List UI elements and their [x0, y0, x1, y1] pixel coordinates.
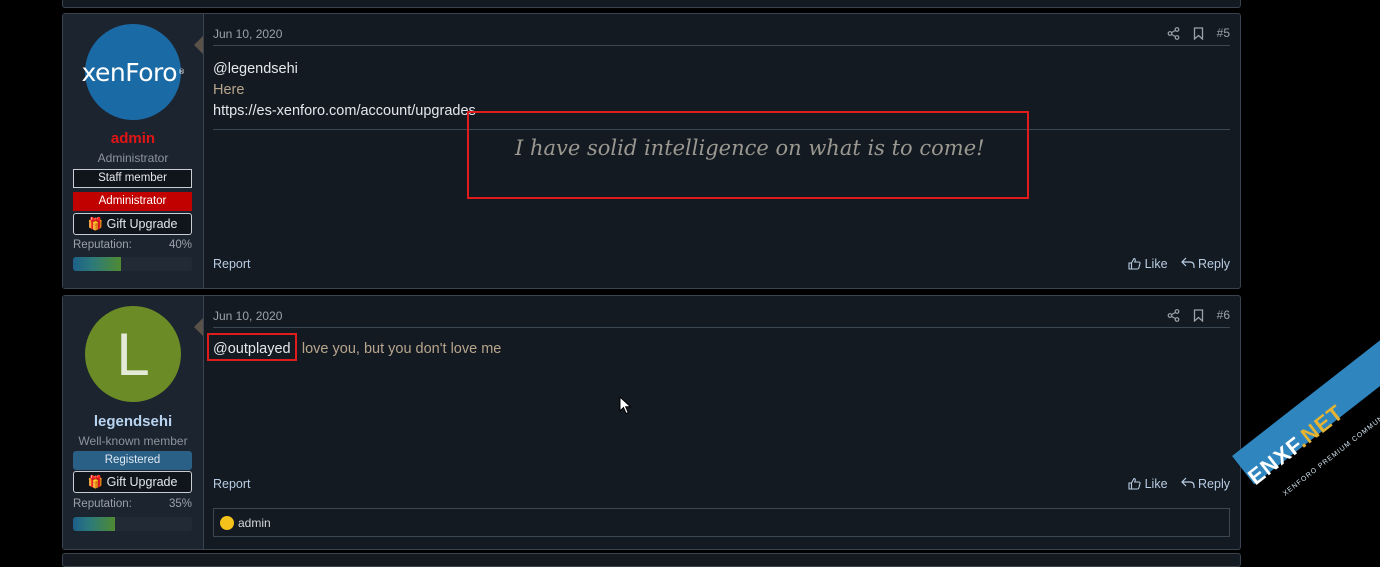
avatar[interactable]: L	[85, 306, 181, 402]
gift-upgrade-button[interactable]: 🎁 Gift Upgrade	[73, 213, 192, 235]
user-info-panel: L legendsehi Well-known member Registere…	[63, 296, 204, 549]
bookmark-icon[interactable]	[1193, 26, 1204, 40]
reputation-label: Reputation:	[73, 498, 132, 510]
post-number[interactable]: #5	[1217, 26, 1230, 40]
reputation-percent: 40%	[168, 239, 192, 251]
post-message: @legendsehi Here https://es-xenforo.com/…	[213, 59, 476, 122]
gift-upgrade-label: Gift Upgrade	[106, 475, 178, 489]
reaction-user[interactable]: admin	[238, 516, 271, 530]
gift-upgrade-label: Gift Upgrade	[106, 217, 178, 231]
laughing-emoji-icon	[220, 515, 234, 530]
share-icon[interactable]	[1167, 308, 1180, 322]
gift-icon: 🎁	[87, 217, 104, 231]
like-label: Like	[1144, 477, 1168, 491]
header-divider	[213, 45, 1230, 46]
username[interactable]: legendsehi	[63, 413, 203, 430]
mention-highlight-box	[207, 333, 297, 361]
gift-upgrade-button[interactable]: 🎁 Gift Upgrade	[73, 471, 192, 493]
reactions-bar[interactable]: admin	[213, 508, 1230, 537]
post-arrow	[194, 318, 203, 336]
upgrade-url-link[interactable]: https://es-xenforo.com/account/upgrades	[213, 101, 476, 122]
post-date[interactable]: Jun 10, 2020	[213, 27, 282, 41]
message-text: Here	[213, 82, 245, 98]
post-header-actions: #6	[1167, 308, 1230, 322]
registered-badge: Registered	[73, 451, 192, 470]
signature-highlight-box	[467, 111, 1029, 199]
message-text: i love you, but you don't love me	[290, 341, 502, 357]
staff-member-badge: Staff member	[73, 169, 192, 188]
reply-label: Reply	[1198, 257, 1230, 271]
reply-icon	[1180, 257, 1195, 268]
reputation-label: Reputation:	[73, 239, 132, 251]
gift-icon: 🎁	[87, 475, 104, 489]
previous-post-edge	[62, 0, 1241, 8]
reputation-percent: 35%	[168, 498, 192, 510]
reputation-bar	[73, 257, 192, 271]
mouse-cursor-icon	[619, 396, 632, 415]
thumbs-up-icon	[1128, 257, 1141, 270]
post-main: Jun 10, 2020 #6 @outplayed i love you, b…	[213, 296, 1230, 549]
reputation-bar	[73, 517, 192, 531]
user-info-panel: xenForo ® admin Administrator Staff membe…	[63, 14, 204, 288]
like-label: Like	[1144, 257, 1168, 271]
administrator-badge: Administrator	[73, 192, 192, 211]
like-button[interactable]: Like	[1128, 477, 1168, 491]
post-number[interactable]: #6	[1217, 308, 1230, 322]
report-link[interactable]: Report	[213, 477, 251, 491]
reputation-bar-fill	[73, 517, 115, 531]
post-arrow	[194, 36, 203, 54]
watermark-ribbon	[1232, 295, 1380, 485]
thumbs-up-icon	[1128, 477, 1141, 490]
share-icon[interactable]	[1167, 26, 1180, 40]
username[interactable]: admin	[63, 130, 203, 147]
user-title: Administrator	[97, 151, 169, 165]
next-post-edge	[62, 553, 1241, 567]
reputation-bar-fill	[73, 257, 121, 271]
reply-button[interactable]: Reply	[1180, 477, 1230, 491]
user-title: Well-known member	[78, 434, 188, 448]
reply-label: Reply	[1198, 477, 1230, 491]
avatar[interactable]: xenForo ®	[81, 24, 185, 120]
like-button[interactable]: Like	[1128, 257, 1168, 271]
post-date[interactable]: Jun 10, 2020	[213, 309, 282, 323]
reply-button[interactable]: Reply	[1180, 257, 1230, 271]
header-divider	[213, 327, 1230, 328]
mention-link[interactable]: @legendsehi	[213, 59, 476, 80]
avatar-logo-text: xenForo	[81, 57, 178, 87]
post-header-actions: #5	[1167, 26, 1230, 40]
bookmark-icon[interactable]	[1193, 308, 1204, 322]
report-link[interactable]: Report	[213, 257, 251, 271]
reply-icon	[1180, 477, 1195, 488]
